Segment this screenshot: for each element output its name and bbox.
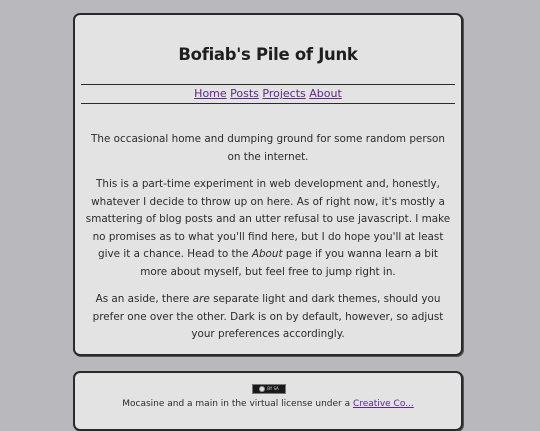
site-title: Bofiab's Pile of Junk bbox=[178, 45, 358, 64]
cc-icon bbox=[259, 386, 266, 392]
themes-text-start: As an aside, there bbox=[95, 293, 193, 305]
footer-license-text: Mocasine and a main in the virtual licen… bbox=[75, 399, 461, 409]
cc-license-badge[interactable]: BY SA bbox=[252, 384, 286, 394]
nav-link-about[interactable]: About bbox=[309, 87, 342, 100]
description-paragraph: This is a part-time experiment in web de… bbox=[83, 176, 453, 281]
cc-badge-text: BY SA bbox=[267, 386, 279, 391]
license-link[interactable]: Creative Co... bbox=[353, 399, 414, 409]
themes-paragraph: As an aside, there are separate light an… bbox=[83, 291, 453, 344]
main-card: Bofiab's Pile of Junk Home Posts Project… bbox=[73, 13, 463, 356]
intro-paragraph: The occasional home and dumping ground f… bbox=[91, 133, 445, 163]
nav-link-home[interactable]: Home bbox=[194, 87, 226, 100]
about-emphasis: About bbox=[251, 248, 283, 260]
footer-card: BY SA Mocasine and a main in the virtual… bbox=[73, 371, 463, 431]
intro-content: The occasional home and dumping ground f… bbox=[83, 131, 453, 354]
nav-link-posts[interactable]: Posts bbox=[230, 87, 259, 100]
nav-bar: Home Posts Projects About bbox=[81, 84, 455, 104]
nav-link-projects[interactable]: Projects bbox=[262, 87, 305, 100]
license-text: Mocasine and a main in the virtual licen… bbox=[122, 399, 353, 409]
are-emphasis: are bbox=[192, 293, 210, 305]
